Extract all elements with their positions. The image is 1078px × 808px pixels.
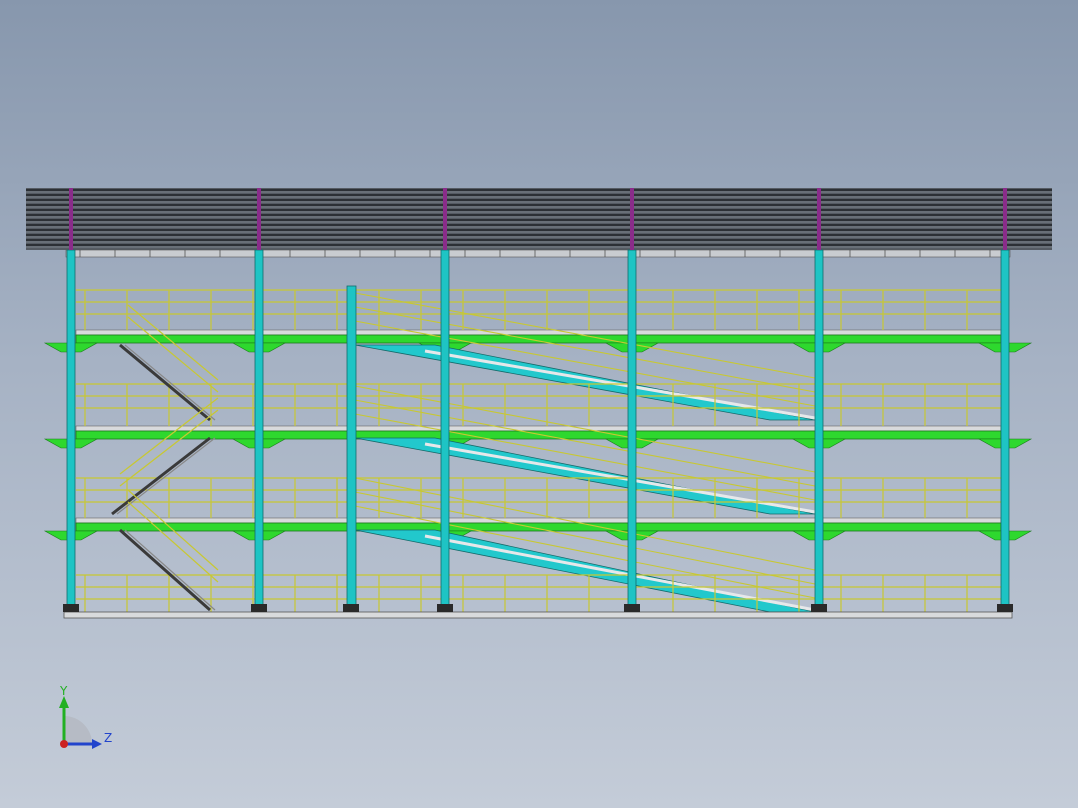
column (254, 249, 264, 607)
floor-beam (75, 522, 1002, 532)
stairs (111, 304, 219, 612)
z-axis-label: Z (104, 731, 113, 745)
roof-canopy (26, 188, 1052, 258)
stair-handrail (127, 316, 219, 393)
column (66, 249, 76, 607)
column-cap (630, 188, 634, 250)
base-plate (251, 604, 267, 612)
ground-slab (63, 611, 1013, 619)
column (1000, 249, 1010, 607)
stair-stringer (119, 343, 211, 422)
floor-slab (75, 425, 1002, 432)
stair-stringer (119, 528, 211, 612)
ramp-deck (354, 529, 816, 613)
y-axis-label: Y (60, 684, 68, 698)
roof-eave-beam (65, 249, 1011, 258)
stair-handrail (127, 501, 219, 583)
column (814, 249, 824, 607)
column-cap (1003, 188, 1007, 250)
column (627, 249, 637, 607)
base-plate (437, 604, 453, 612)
structure-model[interactable] (0, 0, 1078, 808)
base-plate (997, 604, 1013, 612)
column-cap (69, 188, 73, 250)
floor-slab (75, 517, 1002, 524)
floor-beam (75, 334, 1002, 344)
column-cap (817, 188, 821, 250)
ramp-deck (354, 344, 816, 421)
base-plate (343, 604, 359, 612)
base-plate (811, 604, 827, 612)
floor-slab (75, 329, 1002, 336)
graphics-viewport[interactable]: Y Z (0, 0, 1078, 808)
column-intermediate (346, 285, 357, 607)
floor-slabs (75, 329, 1002, 524)
base-plate (63, 604, 79, 612)
stair-treads (124, 529, 216, 611)
base-plate (624, 604, 640, 612)
column-cap (257, 188, 261, 250)
column (440, 249, 450, 607)
column-cap (443, 188, 447, 250)
stair-treads (124, 344, 216, 421)
coordinate-triad: Y Z (52, 684, 122, 756)
